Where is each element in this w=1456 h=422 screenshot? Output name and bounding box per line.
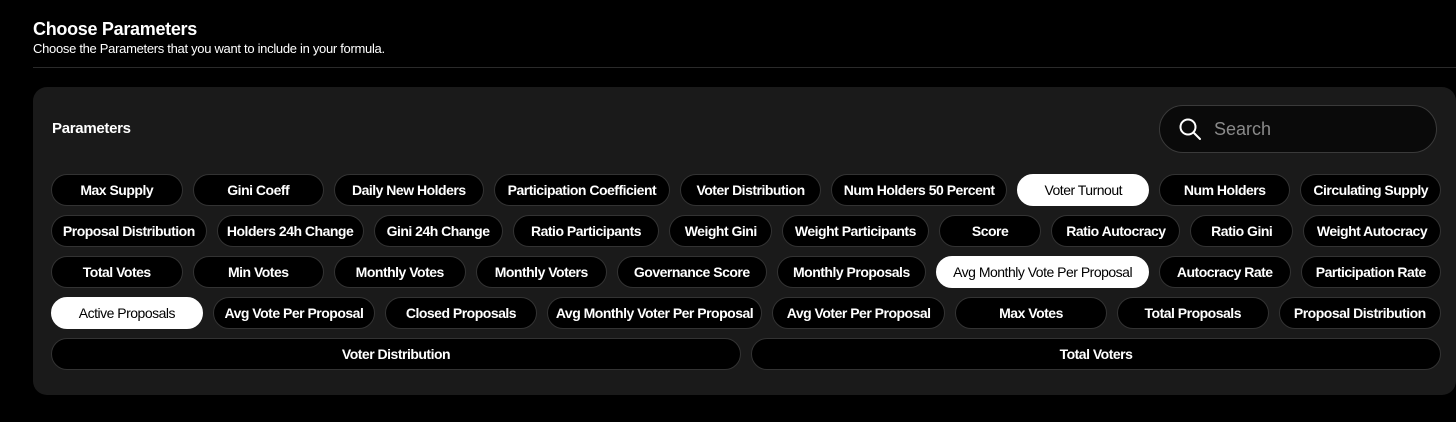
parameter-chip[interactable]: Weight Autocracy <box>1303 215 1441 247</box>
chip-row: Proposal Distribution Holders 24h Change G… <box>51 215 1441 247</box>
parameter-chip[interactable]: Num Holders <box>1158 174 1291 206</box>
parameter-chip[interactable]: Monthly Proposals <box>776 256 927 288</box>
parameter-chip[interactable]: Avg Monthly Voter Per Proposal <box>546 297 763 329</box>
parameter-chip[interactable]: Total Votes <box>51 256 183 288</box>
panel-title: Parameters <box>52 120 131 137</box>
parameter-chip[interactable]: Ratio Gini <box>1190 215 1294 247</box>
parameter-chip[interactable]: Voter Distribution <box>51 338 741 370</box>
parameter-chip[interactable]: Circulating Supply <box>1300 174 1442 206</box>
parameter-chip[interactable]: Proposal Distribution <box>51 215 207 247</box>
chip-row: Voter Distribution Total Voters <box>51 338 1441 370</box>
chip-row: Active Proposals Avg Vote Per Proposal Clo… <box>51 297 1441 329</box>
search-icon <box>1178 117 1202 141</box>
page-title: Choose Parameters <box>33 19 197 39</box>
parameter-chip[interactable]: Governance Score <box>617 256 767 288</box>
parameter-chip[interactable]: Holders 24h Change <box>216 215 364 247</box>
parameter-chip[interactable]: Monthly Voters <box>475 256 607 288</box>
parameter-chip[interactable]: Total Proposals <box>1116 297 1269 329</box>
parameter-chip[interactable]: Score <box>938 215 1042 247</box>
page-header: Choose Parameters Choose the Parameters … <box>33 18 385 58</box>
parameter-chip[interactable]: Active Proposals <box>51 297 203 329</box>
parameter-chip[interactable]: Weight Gini <box>669 215 772 247</box>
chip-row: Total Votes Min Votes Monthly Votes Monthly… <box>51 256 1442 288</box>
parameter-chip[interactable]: Total Voters <box>751 338 1441 370</box>
parameter-chip[interactable]: Ratio Autocracy <box>1051 215 1181 247</box>
parameter-chip[interactable]: Participation Coefficient <box>493 174 671 206</box>
parameter-chip[interactable]: Proposal Distribution <box>1278 297 1441 329</box>
parameter-chip[interactable]: Min Votes <box>192 256 324 288</box>
parameters-panel: Parameters Max Supply Gini Coeff Daily New… <box>33 87 1456 395</box>
parameter-chip[interactable]: Monthly Votes <box>334 256 466 288</box>
parameter-chip[interactable]: Closed Proposals <box>385 297 537 329</box>
parameter-chip[interactable]: Voter Distribution <box>680 174 821 206</box>
parameter-chip[interactable]: Gini Coeff <box>192 174 324 206</box>
page-subtitle: Choose the Parameters that you want to i… <box>33 41 385 56</box>
search-box[interactable] <box>1159 105 1437 153</box>
parameter-chip[interactable]: Weight Participants <box>781 215 929 247</box>
parameter-chip[interactable]: Gini 24h Change <box>373 215 503 247</box>
parameter-chip[interactable]: Voter Turnout <box>1017 174 1149 206</box>
parameter-chips: Max Supply Gini Coeff Daily New Holders Par… <box>51 174 1442 379</box>
parameter-chip[interactable]: Max Votes <box>955 297 1107 329</box>
parameter-chip[interactable]: Num Holders 50 Percent <box>830 174 1008 206</box>
parameter-chip[interactable]: Ratio Participants <box>512 215 660 247</box>
parameter-chip[interactable]: Avg Monthly Vote Per Proposal <box>936 256 1149 288</box>
parameter-chip[interactable]: Avg Voter Per Proposal <box>772 297 946 329</box>
parameter-chip[interactable]: Max Supply <box>51 174 183 206</box>
parameter-chip[interactable]: Daily New Holders <box>334 174 484 206</box>
chip-row: Max Supply Gini Coeff Daily New Holders Par… <box>51 174 1442 206</box>
parameter-chip[interactable]: Avg Vote Per Proposal <box>212 297 376 329</box>
parameter-chip[interactable]: Autocracy Rate <box>1159 256 1291 288</box>
parameter-chip[interactable]: Participation Rate <box>1300 256 1442 288</box>
search-input[interactable] <box>1212 117 1416 141</box>
header-divider <box>33 67 1456 68</box>
